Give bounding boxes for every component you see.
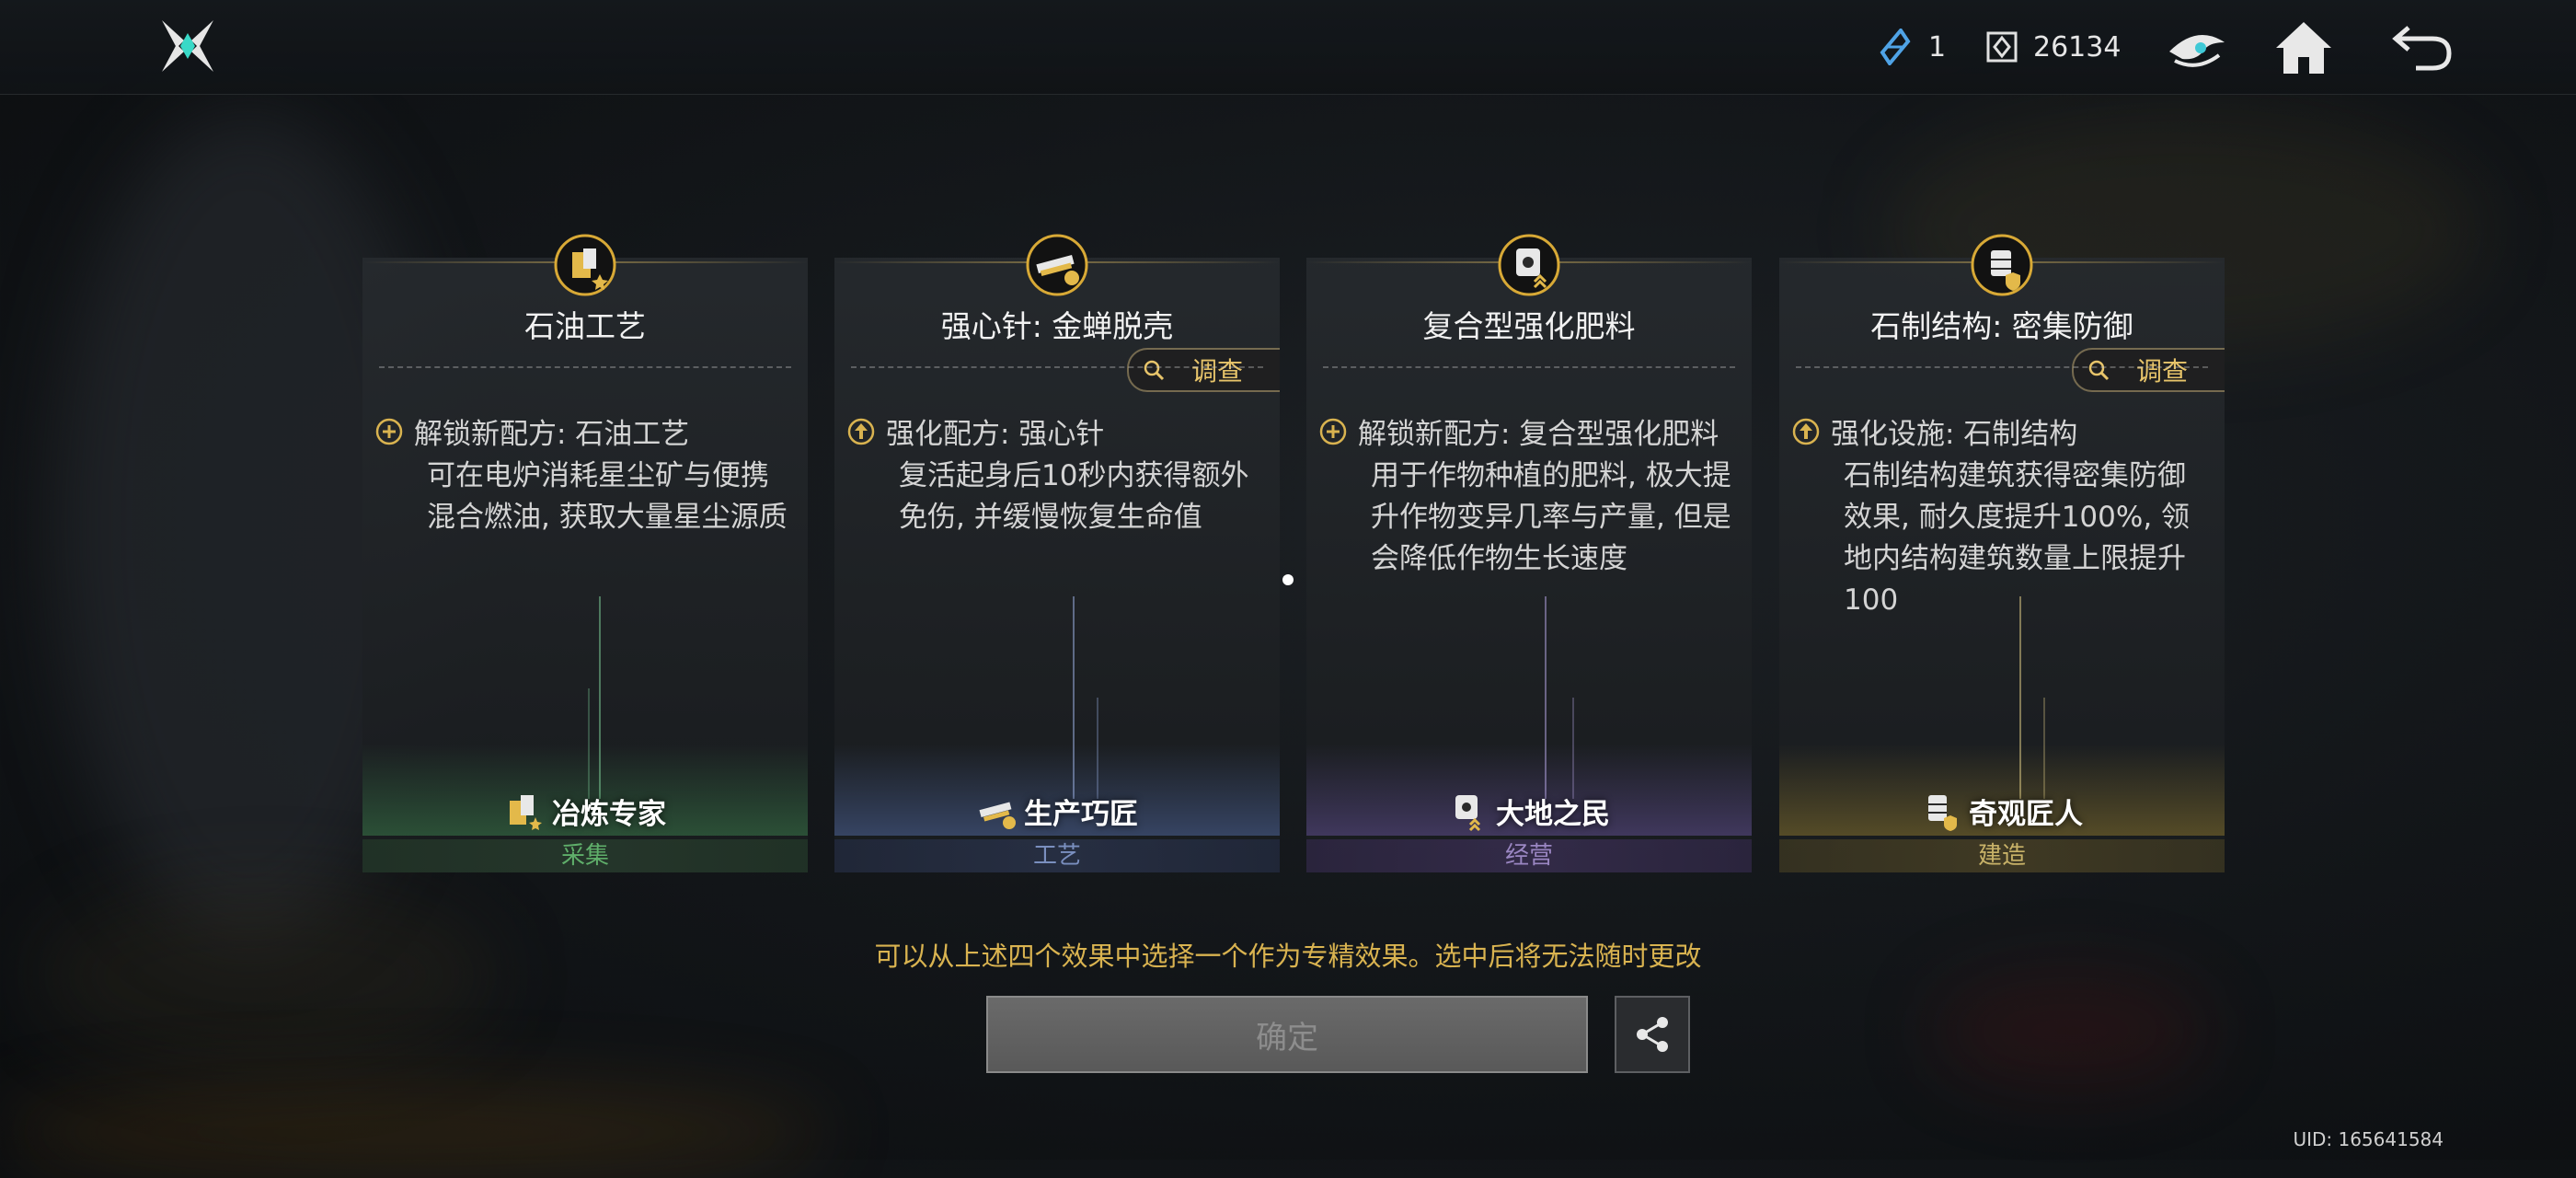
earth-people-icon: [1455, 795, 1481, 832]
smelting-expert-icon: [510, 795, 542, 830]
arrow-up-circle-icon: [1792, 418, 1820, 445]
oil-barrel-icon: [554, 234, 616, 296]
user-id: UID: 165641584: [2293, 1128, 2444, 1150]
fertilizer-bag-icon: [1498, 234, 1560, 296]
effect-card-fertilizer[interactable]: 复合型强化肥料 解锁新配方: 复合型强化肥料 用于作物种植的肥料, 极大提升作物…: [1306, 234, 1752, 872]
game-logo-icon[interactable]: [158, 17, 217, 75]
effect-head: 强化设施: 石制结构: [1831, 418, 2078, 451]
effect-description: 用于作物种植的肥料, 极大提升作物变异几率与产量, 但是会降低作物生长速度: [1371, 459, 1731, 575]
investigate-button[interactable]: 调查: [1127, 348, 1280, 392]
resource-crystal: 1: [1877, 24, 1946, 70]
syringe-icon: [1026, 234, 1088, 296]
search-icon: [2088, 360, 2110, 381]
effect-head: 强化配方: 强心针: [886, 418, 1105, 451]
role-label: 冶炼专家: [362, 790, 808, 832]
role-name: 大地之民: [1496, 797, 1610, 831]
effect-block: 强化配方: 强心针 复活起身后10秒内获得额外免伤, 并缓慢恢复生命值: [847, 414, 1261, 538]
category-label: 工艺: [834, 839, 1280, 872]
category-label: 经营: [1306, 839, 1752, 872]
role-name: 生产巧匠: [1024, 797, 1138, 831]
effect-description: 可在电炉消耗星尘矿与便携混合燃油, 获取大量星尘源质: [427, 459, 788, 534]
eye-emblem-icon[interactable]: [2164, 15, 2230, 81]
effect-card-adrenaline[interactable]: 强心针: 金蝉脱壳 调查 强化配方: 强心针 复活起身后10秒内获得额外免伤, …: [834, 234, 1280, 872]
arrow-up-circle-icon: [847, 418, 875, 445]
effect-card-stone-structure[interactable]: 石制结构: 密集防御 调查 强化设施: 石制结构 石制结构建筑获得密集防御效果,…: [1779, 234, 2225, 872]
effect-block: 解锁新配方: 石油工艺 可在电炉消耗星尘矿与便携混合燃油, 获取大量星尘源质: [375, 414, 789, 538]
effect-description: 复活起身后10秒内获得额外免伤, 并缓慢恢复生命值: [899, 459, 1249, 534]
investigate-label: 调查: [2136, 356, 2189, 387]
investigate-button[interactable]: 调查: [2072, 348, 2225, 392]
divider: [851, 366, 1263, 368]
resource-token: 26134: [1985, 24, 2121, 70]
effect-block: 强化设施: 石制结构 石制结构建筑获得密集防御效果, 耐久度提升100%, 领地…: [1792, 414, 2206, 621]
category-label: 建造: [1779, 839, 2225, 872]
card-title: 强心针: 金蝉脱壳: [940, 308, 1174, 344]
role-name: 冶炼专家: [552, 797, 666, 831]
wonder-artisan-icon: [1928, 795, 1957, 831]
selection-hint: 可以从上述四个效果中选择一个作为专精效果。选中后将无法随时更改: [874, 941, 1702, 972]
token-icon: [1986, 31, 2018, 63]
confirm-button[interactable]: 确定: [986, 996, 1588, 1073]
divider: [1323, 366, 1735, 368]
effect-head: 解锁新配方: 石油工艺: [414, 418, 690, 451]
share-icon: [1637, 1017, 1668, 1052]
production-artisan-icon: [979, 802, 1016, 829]
category-label: 采集: [362, 839, 808, 872]
effect-card-petroleum[interactable]: 石油工艺 解锁新配方: 石油工艺 可在电炉消耗星尘矿与便携混合燃油, 获取大量星…: [362, 234, 808, 872]
stone-tower-icon: [1971, 234, 2033, 296]
card-title: 复合型强化肥料: [1422, 308, 1636, 344]
share-button[interactable]: [1615, 996, 1690, 1073]
search-icon: [1144, 360, 1165, 381]
role-name: 奇观匠人: [1969, 797, 2083, 831]
divider: [1796, 366, 2208, 368]
cursor-dot: [1282, 574, 1294, 585]
plus-circle-icon: [375, 418, 403, 445]
top-bar: 1 26134: [0, 0, 2576, 95]
home-icon[interactable]: [2271, 15, 2337, 81]
role-label: 奇观匠人: [1779, 790, 2225, 832]
crystal-count: 1: [1928, 30, 1947, 64]
card-title: 石油工艺: [524, 308, 646, 344]
role-label: 生产巧匠: [834, 790, 1280, 832]
effect-description: 石制结构建筑获得密集防御效果, 耐久度提升100%, 领地内结构建筑数量上限提升…: [1844, 459, 2191, 617]
star-crystal-icon: [1880, 29, 1911, 65]
card-title: 石制结构: 密集防御: [1870, 308, 2133, 344]
role-label: 大地之民: [1306, 790, 1752, 832]
investigate-label: 调查: [1191, 356, 1244, 387]
effect-head: 解锁新配方: 复合型强化肥料: [1358, 418, 1719, 451]
plus-circle-icon: [1319, 418, 1347, 445]
token-count: 26134: [2033, 30, 2122, 64]
effect-block: 解锁新配方: 复合型强化肥料 用于作物种植的肥料, 极大提升作物变异几率与产量,…: [1319, 414, 1733, 580]
back-icon[interactable]: [2388, 15, 2455, 81]
divider: [379, 366, 791, 368]
